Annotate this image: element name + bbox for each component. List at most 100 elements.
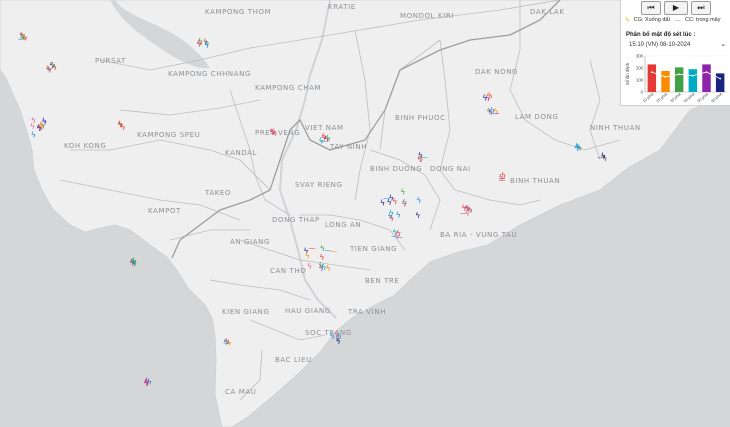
cg-strike-icon: ϟ [418, 151, 423, 160]
chevron-down-icon[interactable]: ⌄ [720, 40, 726, 48]
place-label: NINH THUAN [590, 124, 641, 132]
cg-strike-icon: ϟ [625, 16, 630, 24]
place-label: DONG THAP [272, 216, 320, 224]
place-label: TRA VINH [347, 308, 386, 316]
place-label: TAY NINH [329, 143, 367, 151]
cc-strike-icon: — [674, 16, 682, 24]
cg-strike-icon: ϟ [198, 39, 203, 48]
bar [702, 64, 711, 92]
place-label: KANDAL [225, 149, 257, 157]
place-label: TIEN GIANG [349, 245, 397, 253]
place-label: DAK NONG [475, 68, 518, 76]
place-label: KAMPONG CHHNANG [168, 70, 251, 78]
place-label: KAMPOT [148, 207, 181, 215]
cg-strike-icon: ϟ [499, 173, 504, 182]
cg-strike-icon: ϟ [392, 228, 397, 237]
place-label: LONG AN [325, 221, 361, 229]
cg-strike-icon: ϟ [129, 259, 134, 268]
cg-strike-icon: ϟ [318, 261, 323, 270]
trend-point [650, 71, 653, 73]
play-icon[interactable]: ▶ [664, 1, 688, 15]
cc-strike-icon: — [324, 246, 331, 254]
bar [647, 64, 657, 92]
x-tick-label: 30 phút [670, 92, 683, 104]
trend-point [719, 77, 722, 80]
x-tick-label: 20 phút [656, 92, 669, 104]
cg-strike-icon: ϟ [380, 199, 385, 208]
y-tick-label: 100 [636, 78, 644, 83]
place-label: HAU GIANG [285, 307, 331, 315]
cg-strike-icon: ϟ [485, 94, 490, 103]
place-label: CAN THO [270, 267, 306, 275]
trend-point [691, 74, 694, 77]
place-label: SOC TRANG [305, 329, 352, 337]
y-tick-label: 200 [636, 66, 644, 71]
place-label: BINH DUONG [370, 165, 422, 173]
cg-strike-icon: ϟ [118, 120, 123, 129]
cg-strike-icon: ϟ [601, 152, 606, 161]
place-label: KOH KONG [64, 142, 106, 150]
cg-strike-icon: ϟ [39, 120, 44, 129]
y-tick-label: 0 [641, 90, 644, 95]
cg-legend-label: CG: Xuống đất [633, 17, 671, 23]
place-label: KAMPONG THOM [205, 8, 271, 16]
place-label: LAM DONG [515, 113, 558, 121]
place-label: BINH PHUOC [395, 114, 446, 122]
cg-strike-icon: ϟ [416, 196, 421, 205]
cg-strike-icon: ϟ [144, 377, 149, 386]
density-panel: ⏮ ▶ ⏭ ϟ CG: Xuống đất — CC: trong mây Ph… [620, 0, 730, 106]
place-label: TAKEO [204, 189, 231, 197]
cg-strike-icon: ϟ [576, 143, 581, 152]
cg-strike-icon: ϟ [330, 332, 335, 341]
cc-legend-label: CC: trong mây [685, 17, 721, 23]
place-label: PURSAT [95, 57, 126, 65]
cg-strike-icon: ϟ [488, 108, 493, 117]
cg-strike-icon: ϟ [21, 33, 26, 42]
place-label: DONG NAI [430, 165, 471, 173]
place-label: VIET NAM [305, 124, 344, 132]
trend-point [678, 73, 681, 76]
prev-icon[interactable]: ⏮ [641, 1, 661, 15]
place-label: BAC LIEU [275, 356, 312, 364]
bar [715, 73, 725, 92]
y-axis-label: Số lần đánh [625, 62, 630, 85]
cg-strike-icon: ϟ [335, 333, 340, 342]
trend-point [705, 71, 708, 73]
cg-strike-icon: ϟ [396, 211, 401, 220]
place-label: DAK LAK [530, 8, 565, 16]
time-select[interactable]: 15:10 (VN) 08-10-2024 [629, 42, 690, 48]
cg-strike-icon: ϟ [465, 209, 470, 218]
x-tick-label: 10 phút [642, 92, 655, 104]
x-tick-label: 40 phút [683, 92, 696, 104]
place-label: AN GIANG [230, 238, 270, 246]
place-label: PREY VENG [255, 129, 300, 137]
cg-strike-icon: ϟ [269, 128, 274, 137]
place-label: SVAY RIENG [295, 181, 343, 189]
x-tick-label: 50 phút [697, 92, 710, 104]
place-label: KIEN GIANG [222, 308, 269, 316]
y-tick-label: 300 [636, 54, 644, 59]
cg-strike-icon: ϟ [401, 199, 406, 208]
place-label: BEN TRE [365, 277, 399, 285]
playback-controls: ⏮ ▶ ⏭ [621, 1, 730, 15]
place-label: BINH THUAN [510, 177, 560, 185]
cg-strike-icon: ϟ [305, 252, 310, 261]
density-bar-chart: 0 100 200 300 Số lần đánh 10 phút 20 phút 30 ph… [625, 54, 727, 104]
x-tick-label: 60 phút [711, 92, 724, 104]
next-icon[interactable]: ⏭ [691, 1, 711, 15]
cg-strike-icon: ϟ [400, 188, 405, 197]
cg-strike-icon: ϟ [225, 337, 230, 346]
cg-strike-icon: ϟ [389, 214, 394, 223]
bar [688, 69, 698, 92]
cg-strike-icon: ϟ [415, 211, 420, 220]
cc-strike-icon: — [319, 137, 326, 145]
place-label: CA MAU [225, 388, 256, 396]
bar [661, 71, 670, 92]
cg-strike-icon: ϟ [204, 39, 209, 48]
place-label: KAMPONG SPEU [137, 131, 200, 139]
cg-strike-icon: ϟ [51, 61, 56, 70]
place-label: MONDOL KIRI [400, 12, 454, 20]
place-label: BA RIA - VUNG TAU [440, 231, 517, 239]
place-label: KRATIE [328, 3, 356, 11]
place-label: KAMPONG CHAM [255, 84, 321, 92]
